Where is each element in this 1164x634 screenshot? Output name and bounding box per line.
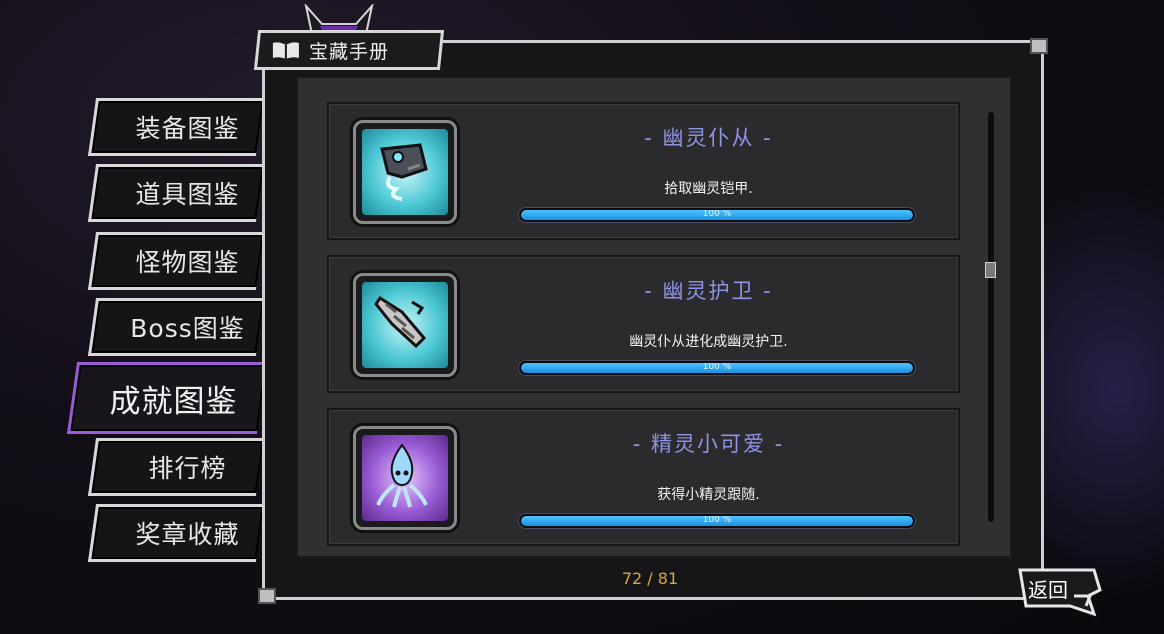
achievement-icon-frame	[353, 426, 457, 530]
achievement-title: - 精灵小可爱 -	[632, 432, 785, 456]
scrollbar-track[interactable]	[988, 112, 994, 522]
sidebar-item-items[interactable]: 道具图鉴	[87, 164, 265, 222]
ghost-guard-icon	[374, 295, 427, 349]
sidebar-item-label: 成就图鉴	[109, 383, 238, 420]
achievement-card: - 幽灵护卫 - 幽灵仆从进化成幽灵护卫. 100 %	[327, 255, 960, 393]
achievement-card: - 幽灵仆从 - 拾取幽灵铠甲. 100 %	[327, 102, 960, 240]
book-icon	[272, 42, 299, 59]
progress-text: 100 %	[702, 515, 732, 525]
progress-text: 100 %	[702, 362, 732, 372]
page-title-tab: 宝藏手册	[253, 30, 445, 70]
progress-text: 100 %	[702, 209, 732, 219]
achievement-title: - 幽灵仆从 -	[644, 126, 773, 150]
achievement-description: 拾取幽灵铠甲.	[664, 181, 753, 197]
achievement-description: 获得小精灵跟随.	[657, 487, 760, 503]
progress-bar: 100 %	[519, 514, 915, 528]
page-title: 宝藏手册	[308, 41, 389, 63]
panel-corner	[1030, 38, 1048, 54]
sidebar-item-label: 装备图鉴	[135, 114, 240, 143]
sidebar-item-label: 道具图鉴	[135, 180, 240, 209]
ghost-armor-icon	[380, 143, 428, 201]
achievement-title: - 幽灵护卫 -	[644, 279, 773, 303]
progress-bar: 100 %	[519, 208, 915, 222]
progress-bar: 100 %	[519, 361, 915, 375]
sidebar-item-leaderboard[interactable]: 排行榜	[87, 438, 265, 496]
panel-corner	[258, 588, 276, 604]
sidebar-item-label: 怪物图鉴	[135, 248, 240, 277]
achievement-count: 72 / 81	[621, 569, 679, 588]
sidebar-item-label: 排行榜	[148, 454, 227, 483]
achievement-icon-frame	[353, 273, 457, 377]
spirit-pet-icon	[376, 443, 428, 508]
sidebar-item-monsters[interactable]: 怪物图鉴	[87, 232, 265, 290]
sidebar-item-label: Boss图鉴	[130, 314, 245, 343]
back-button[interactable]: 返回	[1014, 566, 1106, 618]
sidebar-item-achievements[interactable]: 成就图鉴	[66, 362, 268, 434]
scrollbar-thumb[interactable]	[985, 262, 996, 278]
sidebar-item-equipment[interactable]: 装备图鉴	[87, 98, 265, 156]
achievement-icon-frame	[353, 120, 457, 224]
sidebar-item-medals[interactable]: 奖章收藏	[87, 504, 265, 562]
achievement-card: - 精灵小可爱 - 获得小精灵跟随. 100 %	[327, 408, 960, 546]
back-button-label: 返回	[1028, 578, 1068, 602]
achievement-description: 幽灵仆从进化成幽灵护卫.	[629, 334, 788, 350]
sidebar-item-label: 奖章收藏	[135, 520, 240, 549]
sidebar-item-boss[interactable]: Boss图鉴	[87, 298, 265, 356]
